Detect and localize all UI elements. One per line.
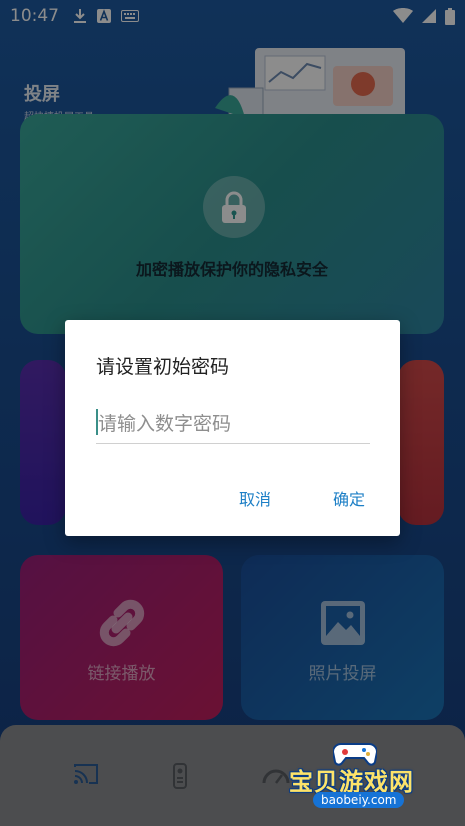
text-cursor bbox=[96, 409, 98, 435]
confirm-button[interactable]: 确定 bbox=[333, 486, 365, 510]
cancel-button[interactable]: 取消 bbox=[239, 486, 271, 510]
dialog-title: 请设置初始密码 bbox=[96, 356, 230, 378]
password-input[interactable] bbox=[96, 404, 370, 444]
site-watermark: 宝贝游戏网 baobeiy.com bbox=[283, 734, 443, 824]
set-password-dialog: 请设置初始密码 取消 确定 bbox=[65, 320, 400, 536]
watermark-url: baobeiy.com bbox=[313, 792, 405, 808]
